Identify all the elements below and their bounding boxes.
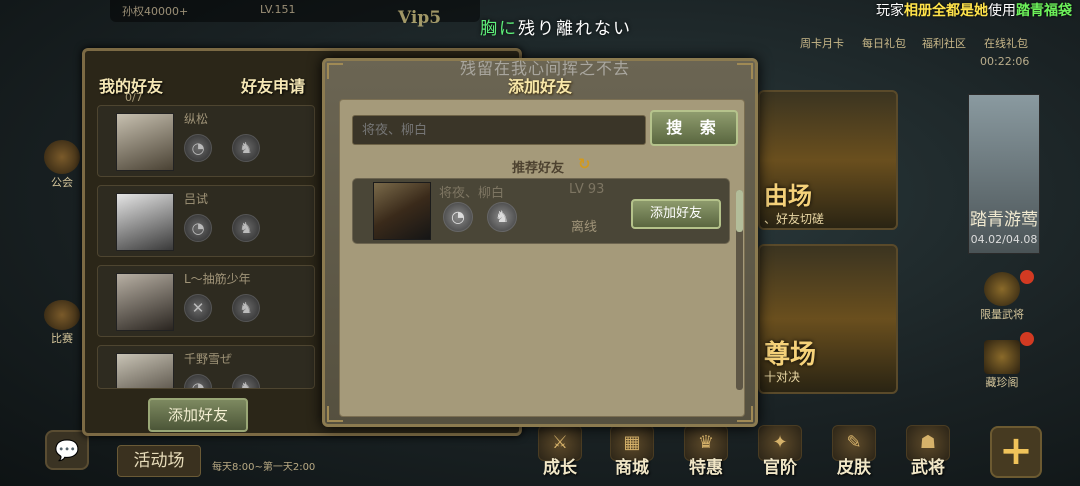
crossed-swords-icon[interactable]: ✕ [184,294,212,322]
scrollbar-thumb[interactable] [736,190,743,232]
chat-button[interactable]: 💬 [45,430,89,470]
menu-shop[interactable]: ▦ 商城 [602,425,662,478]
duel-icon[interactable]: ♞ [487,202,517,232]
chat-icon: 💬 [54,438,80,462]
match-icon [44,300,80,330]
top-icon-welfare[interactable]: 福利社区 [922,35,966,51]
recommended-list: 将夜、柳白 LV 93 ◔ ♞ 离线 添加好友 [352,178,736,408]
recommended-row: 将夜、柳白 LV 93 ◔ ♞ 离线 添加好友 [352,178,730,244]
arena-card-honor[interactable]: 尊场 十对决 [758,244,898,394]
list-scrollbar[interactable] [736,190,743,390]
bottom-menu: ⚔ 成长 ▦ 商城 ♛ 特惠 ✦ 官阶 ✎ 皮肤 ☗ 武将 [530,425,970,483]
match-label: 比赛 [51,332,73,345]
vip-level: Vip5 [398,8,442,28]
gift-icon[interactable]: ◔ [184,214,212,242]
friend-row[interactable]: 吕试 ◔ ♞ LV 离 [97,185,338,257]
friend-row[interactable]: 千野雪ぜ ◔ ♞ LV [97,345,315,389]
duel-icon[interactable]: ♞ [232,374,260,388]
arena-honor-sub: 十对决 [764,370,801,384]
menu-growth[interactable]: ⚔ 成长 [530,425,590,478]
recommended-level: LV 93 [569,182,605,197]
refresh-icon[interactable]: ↻ [578,155,591,173]
lyric-line-1-green: 胸に [480,19,518,39]
gift-icon[interactable]: ◔ [443,202,473,232]
recommended-name: 将夜、柳白 [439,186,505,201]
plus-icon: + [999,428,1033,474]
search-button[interactable]: 搜 索 [650,110,738,146]
search-input[interactable] [352,115,646,145]
lyric-line-2: 残留在我心间挥之不去 [460,59,631,78]
more-button[interactable]: + [990,426,1042,478]
duel-icon[interactable]: ♞ [232,294,260,322]
treasure-pavilion-icon [984,340,1020,374]
lyric-line-1-white: 残り離れない [518,19,632,39]
friend-row[interactable]: 纵松 ◔ ♞ LV 离 [97,105,338,177]
add-friend-button[interactable]: 添加好友 [148,398,248,432]
activity-time: 每天8:00~第一天2:00 [212,462,316,473]
menu-general[interactable]: ☗ 武将 [898,425,958,478]
menu-privilege[interactable]: ♛ 特惠 [676,425,736,478]
add-friend-dialog: 添加好友 搜 索 推荐好友 ↻ 将夜、柳白 LV 93 ◔ ♞ 离线 添加好友 [322,58,758,427]
hero-card-dates: 04.02/04.08 [970,233,1038,246]
gift-icon[interactable]: ◔ [184,374,212,388]
menu-shop-label: 商城 [615,458,649,478]
match-button[interactable]: 比赛 [42,300,82,346]
treasure-pavilion-label: 藏珍阁 [985,376,1019,389]
friend-name: 千野雪ぜ [184,352,233,366]
guild-icon [44,140,80,174]
menu-skin[interactable]: ✎ 皮肤 [824,425,884,478]
tab-friend-requests[interactable]: 好友申请 [241,73,305,97]
hero-card-name: 踏青游莺 [970,210,1038,230]
limited-general-icon [984,272,1020,306]
treasure-pavilion-button[interactable]: 藏珍阁 [972,340,1032,390]
menu-general-label: 武将 [911,458,945,478]
avatar [116,193,174,251]
avatar [116,353,174,388]
friend-name: L～抽筋少年 [184,272,251,286]
arena-card-free[interactable]: 由场 、好友切磋 [758,90,898,230]
menu-growth-label: 成长 [543,458,577,478]
banner-item: 踏青福袋 [1016,3,1072,19]
arena-free-title: 由场 [764,181,812,210]
guild-label: 公会 [51,176,73,189]
top-icon-weekly-card[interactable]: 周卡月卡 [800,35,844,51]
friend-name: 纵松 [184,112,209,126]
top-icon-daily-gift[interactable]: 每日礼包 [862,35,906,51]
menu-rank-label: 官阶 [763,458,797,478]
lyric-line-1: 胸に残り離れない [480,14,632,39]
friend-name: 吕试 [184,192,209,206]
duel-icon[interactable]: ♞ [232,214,260,242]
friend-row[interactable]: L～抽筋少年 ✕ ♞ LV 离 [97,265,338,337]
dialog-body: 搜 索 推荐好友 ↻ 将夜、柳白 LV 93 ◔ ♞ 离线 添加好友 [339,99,745,417]
limited-general-label: 限量武将 [980,308,1024,321]
menu-skin-label: 皮肤 [837,458,871,478]
player-level: LV.151 [260,3,296,16]
arena-free-sub: 、好友切磋 [764,212,825,226]
broadcast-banner: 玩家相册全都是她使用踏青福袋 [876,0,1072,20]
recommended-label: 推荐好友 [512,161,565,176]
menu-rank[interactable]: ✦ 官阶 [750,425,810,478]
duel-icon[interactable]: ♞ [232,134,260,162]
top-icon-online-gift[interactable]: 在线礼包 [984,35,1028,51]
notification-badge [1020,270,1034,284]
banner-middle: 使用 [988,3,1016,19]
banner-player: 相册全都是她 [904,3,988,19]
online-timer: 00:22:06 [980,55,1030,68]
player-name: 孙权40000+ [122,5,189,18]
add-recommended-friend-button[interactable]: 添加好友 [631,199,721,229]
notification-badge [1020,332,1034,346]
menu-privilege-label: 特惠 [689,458,723,478]
friend-count: 0/7 [125,91,143,104]
avatar [373,182,431,240]
guild-button[interactable]: 公会 [42,140,82,190]
avatar [116,273,174,331]
event-hero-card[interactable]: 踏青游莺 04.02/04.08 [968,94,1040,254]
arena-honor-title: 尊场 [764,340,817,370]
avatar [116,113,174,171]
activity-hall-button[interactable]: 活动场 [117,445,201,477]
gift-icon[interactable]: ◔ [184,134,212,162]
banner-prefix: 玩家 [876,3,904,19]
recommended-status: 离线 [571,220,598,235]
